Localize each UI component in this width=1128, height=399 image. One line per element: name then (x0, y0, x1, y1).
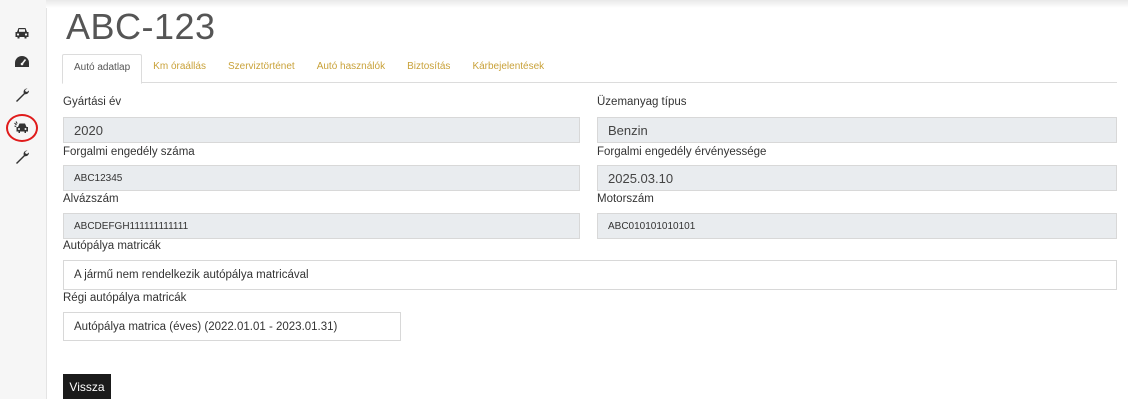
registration-validity-label: Forgalmi engedély érvényessége (597, 146, 767, 158)
old-highway-vignettes-item: Autópálya matrica (éves) (2022.01.01 - 2… (63, 312, 401, 341)
manufacture-year-field: 2020 (63, 117, 580, 143)
chassis-number-label: Alvázszám (63, 193, 119, 205)
wrench-icon[interactable] (10, 84, 34, 106)
manufacture-year-label: Gyártási év (63, 96, 122, 108)
fuel-type-field: Benzin (597, 117, 1117, 143)
tab-odometer[interactable]: Km óraállás (142, 54, 217, 82)
registration-number-label: Forgalmi engedély száma (63, 146, 195, 158)
speedometer-icon[interactable] (10, 51, 34, 73)
registration-number-field: ABC12345 (63, 165, 580, 191)
engine-number-field: ABC010101010101 (597, 213, 1117, 239)
old-highway-vignettes-label: Régi autópálya matricák (63, 292, 187, 304)
fuel-type-label: Üzemanyag típus (597, 96, 687, 108)
wrench-icon[interactable] (10, 146, 34, 168)
tab-service-history[interactable]: Szerviztörténet (217, 54, 306, 82)
back-button[interactable]: Vissza (63, 374, 111, 399)
engine-number-label: Motorszám (597, 193, 654, 205)
car-damage-icon[interactable] (6, 114, 38, 142)
highway-vignettes-label: Autópálya matricák (63, 240, 161, 252)
highway-vignettes-field: A jármű nem rendelkezik autópálya matric… (63, 260, 1117, 290)
car-icon[interactable] (10, 22, 34, 44)
registration-validity-field: 2025.03.10 (597, 165, 1117, 191)
tab-car-details[interactable]: Autó adatlap (62, 54, 143, 84)
sidebar (0, 0, 47, 399)
tab-car-users[interactable]: Autó használók (306, 54, 396, 82)
page-title: ABC-123 (66, 6, 216, 47)
chassis-number-field: ABCDEFGH111111111111 (63, 213, 580, 239)
tab-insurance[interactable]: Biztosítás (396, 54, 461, 82)
tab-damage-reports[interactable]: Kárbejelentések (461, 54, 555, 82)
tab-bar: Autó adatlap Km óraállás Szerviztörténet… (62, 54, 1117, 84)
